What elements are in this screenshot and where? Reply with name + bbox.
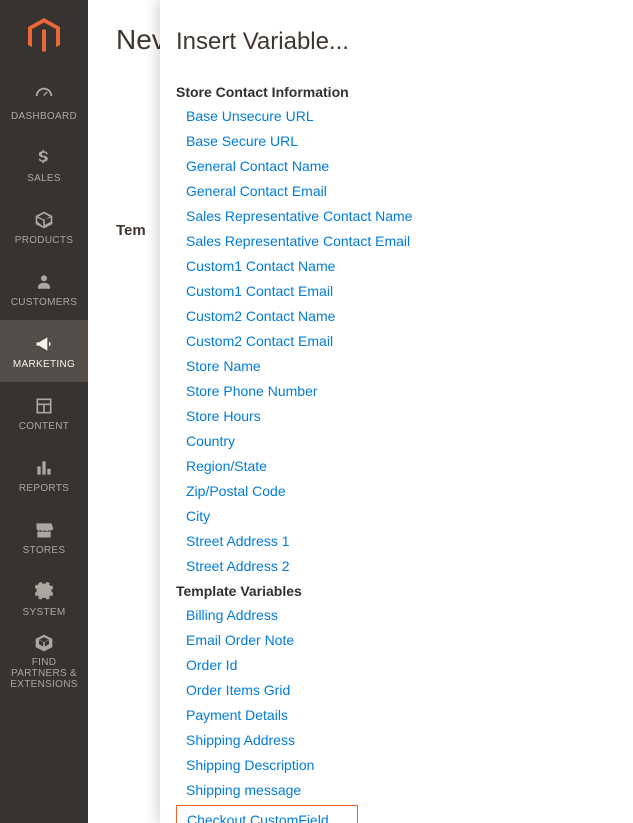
nav-label: SYSTEM xyxy=(23,607,66,618)
variable-link[interactable]: Custom2 Contact Name xyxy=(186,308,335,324)
variable-link[interactable]: Sales Representative Contact Email xyxy=(186,233,410,249)
nav-label: FIND PARTNERS & EXTENSIONS xyxy=(4,657,84,690)
nav-label: MARKETING xyxy=(13,359,75,370)
variable-link-checkout-customfield[interactable]: Checkout CustomField xyxy=(187,812,329,823)
nav-label: PRODUCTS xyxy=(15,235,74,246)
nav-customers[interactable]: CUSTOMERS xyxy=(0,258,88,320)
content-icon xyxy=(33,395,55,417)
insert-variable-modal: Insert Variable... Store Contact Informa… xyxy=(160,0,633,823)
stores-icon xyxy=(33,519,55,541)
magento-logo-icon xyxy=(28,18,60,54)
variable-link[interactable]: Order Id xyxy=(186,657,237,673)
nav-sales[interactable]: SALES xyxy=(0,134,88,196)
partners-icon xyxy=(33,633,55,653)
variable-link[interactable]: Custom2 Contact Email xyxy=(186,333,333,349)
magento-logo[interactable] xyxy=(0,0,88,72)
variable-link[interactable]: Sales Representative Contact Name xyxy=(186,208,412,224)
variable-link[interactable]: Shipping Description xyxy=(186,757,314,773)
nav-products[interactable]: PRODUCTS xyxy=(0,196,88,258)
variable-link[interactable]: Payment Details xyxy=(186,707,288,723)
group-header-template-vars: Template Variables xyxy=(176,583,617,599)
variable-link[interactable]: Email Order Note xyxy=(186,632,294,648)
nav-label: STORES xyxy=(23,545,66,556)
nav-label: DASHBOARD xyxy=(11,111,77,122)
nav-reports[interactable]: REPORTS xyxy=(0,444,88,506)
dashboard-icon xyxy=(33,85,55,107)
modal-title: Insert Variable... xyxy=(176,28,617,56)
nav-marketing[interactable]: MARKETING xyxy=(0,320,88,382)
variable-link[interactable]: Region/State xyxy=(186,458,267,474)
variable-link[interactable]: Base Unsecure URL xyxy=(186,108,314,124)
nav-label: CONTENT xyxy=(19,421,69,432)
nav-label: SALES xyxy=(27,173,61,184)
nav-partners[interactable]: FIND PARTNERS & EXTENSIONS xyxy=(0,630,88,692)
variable-link[interactable]: Shipping message xyxy=(186,782,301,798)
reports-icon xyxy=(33,457,55,479)
section-label: Tem xyxy=(116,222,146,239)
variable-link[interactable]: Billing Address xyxy=(186,607,278,623)
nav-stores[interactable]: STORES xyxy=(0,506,88,568)
variable-link[interactable]: General Contact Name xyxy=(186,158,329,174)
variable-link[interactable]: Base Secure URL xyxy=(186,133,298,149)
variable-link[interactable]: Shipping Address xyxy=(186,732,295,748)
nav-system[interactable]: SYSTEM xyxy=(0,568,88,630)
admin-sidebar: DASHBOARD SALES PRODUCTS CUSTOMERS MARKE… xyxy=(0,0,88,823)
marketing-icon xyxy=(33,333,55,355)
variable-link[interactable]: Street Address 1 xyxy=(186,533,290,549)
variable-link[interactable]: General Contact Email xyxy=(186,183,327,199)
variable-list-template-vars: Billing Address Email Order Note Order I… xyxy=(186,603,617,803)
variable-link[interactable]: Street Address 2 xyxy=(186,558,290,574)
variable-link[interactable]: Custom1 Contact Name xyxy=(186,258,335,274)
nav-label: REPORTS xyxy=(19,483,69,494)
variable-link[interactable]: Country xyxy=(186,433,235,449)
variable-link[interactable]: Zip/Postal Code xyxy=(186,483,286,499)
variable-link[interactable]: Store Hours xyxy=(186,408,261,424)
system-icon xyxy=(33,581,55,603)
variable-link[interactable]: Store Phone Number xyxy=(186,383,318,399)
variable-link[interactable]: Order Items Grid xyxy=(186,682,290,698)
highlighted-variable: Checkout CustomField xyxy=(176,805,358,823)
customers-icon xyxy=(33,271,55,293)
variable-link[interactable]: Store Name xyxy=(186,358,261,374)
variable-link[interactable]: Custom1 Contact Email xyxy=(186,283,333,299)
nav-label: CUSTOMERS xyxy=(11,297,77,308)
variable-link[interactable]: City xyxy=(186,508,210,524)
group-header-store-contact: Store Contact Information xyxy=(176,84,617,100)
nav-dashboard[interactable]: DASHBOARD xyxy=(0,72,88,134)
sales-icon xyxy=(33,147,55,169)
products-icon xyxy=(33,209,55,231)
variable-list-store-contact: Base Unsecure URL Base Secure URL Genera… xyxy=(186,104,617,579)
nav-content[interactable]: CONTENT xyxy=(0,382,88,444)
